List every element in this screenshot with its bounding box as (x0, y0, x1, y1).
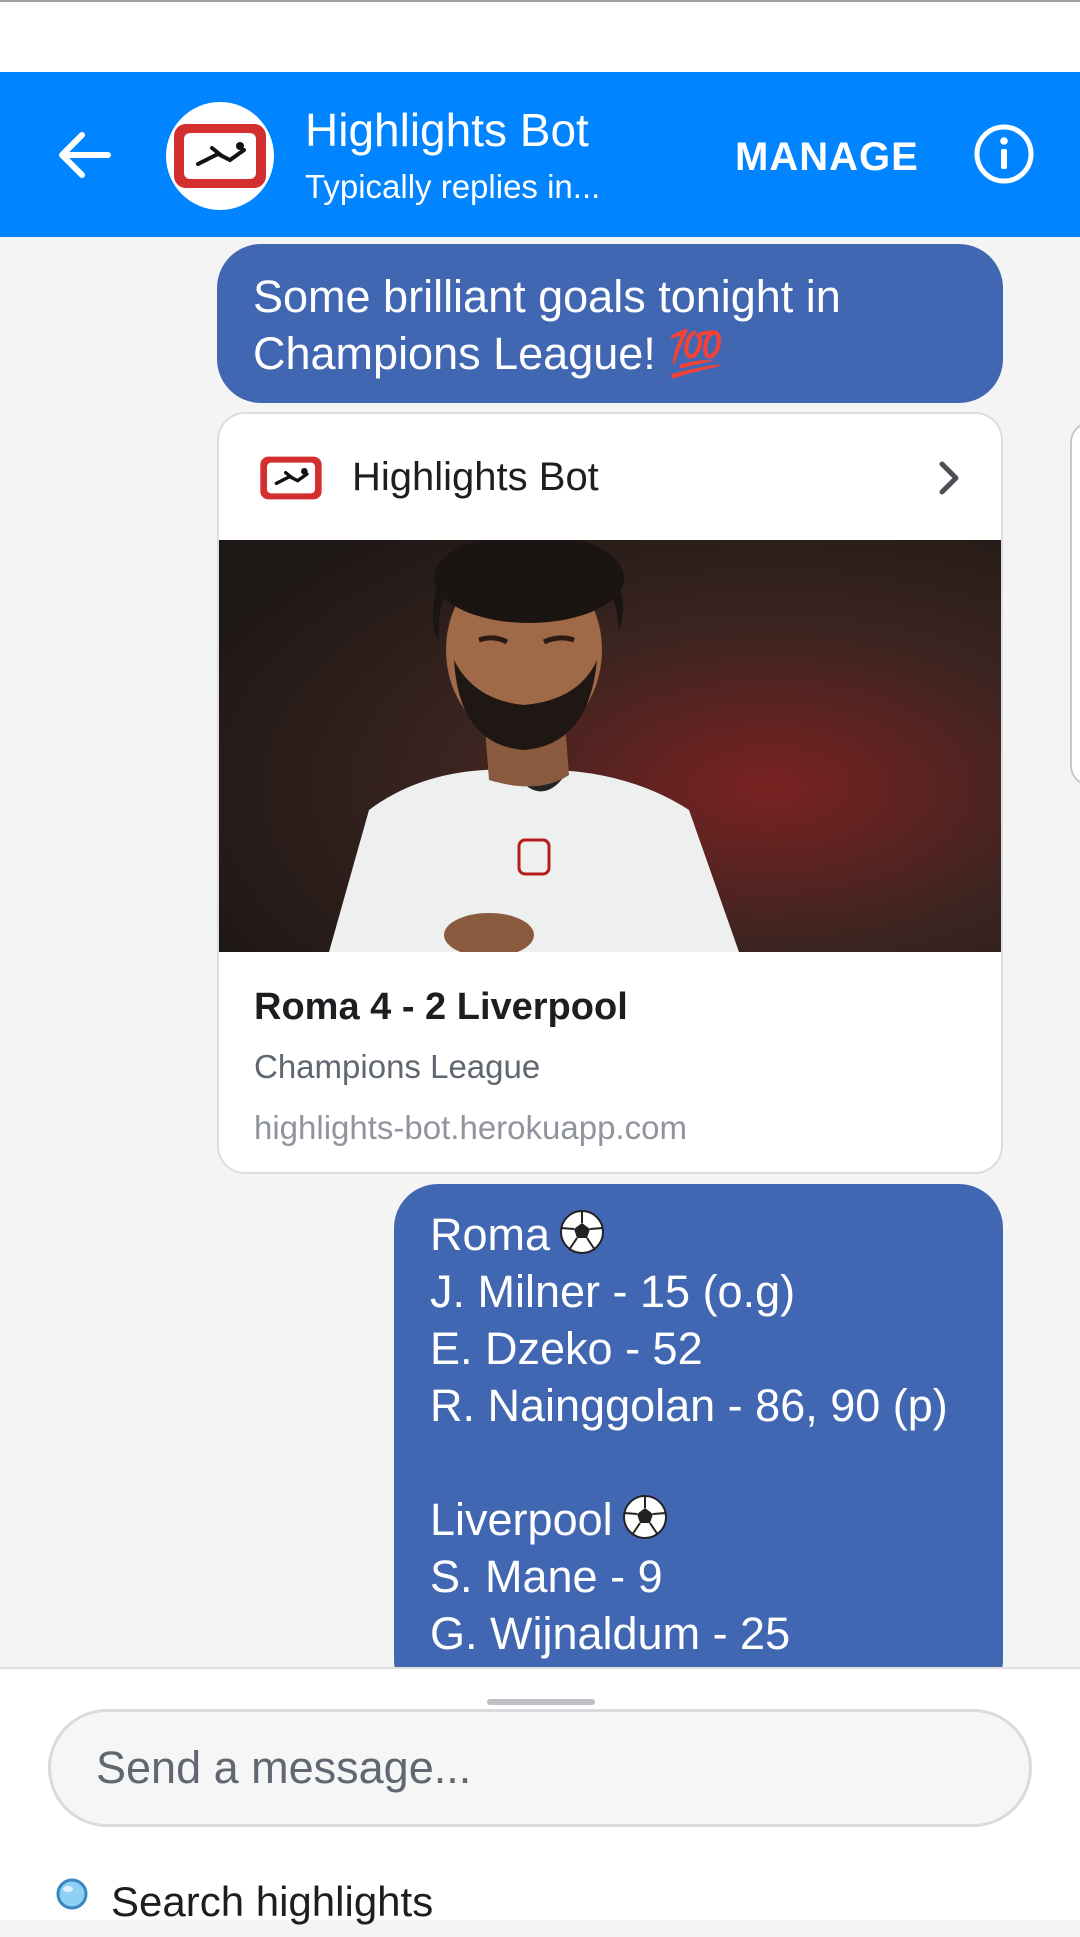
chat-subtitle: Typically replies in... (305, 168, 601, 205)
chevron-right-icon (939, 461, 959, 495)
info-icon (974, 124, 1034, 184)
hundred-points-emoji: 💯 (668, 328, 725, 379)
highlights-bot-logo-icon (174, 124, 266, 188)
soccer-ball-icon (560, 1210, 605, 1254)
magnifier-globe-icon (56, 1878, 88, 1910)
message-line-text: Liverpool (430, 1494, 613, 1545)
player-photo[interactable] (219, 540, 1001, 952)
composer: Search highlights (0, 1667, 1080, 1925)
message-line: G. Wijnaldum - 25 (430, 1608, 791, 1659)
chat-title: Highlights Bot (305, 104, 589, 156)
soccer-ball-icon (622, 1495, 667, 1539)
card-subtitle: Champions League (254, 1048, 541, 1085)
message-bubble[interactable]: Some brilliant goals tonight in Champion… (217, 244, 1003, 403)
card-header-title: Highlights Bot (352, 455, 599, 499)
status-bar (0, 0, 1080, 72)
back-button[interactable] (50, 120, 120, 190)
card-url: highlights-bot.herokuapp.com (254, 1109, 687, 1146)
drag-handle[interactable] (487, 1699, 595, 1705)
message-line: E. Dzeko - 52 (430, 1323, 703, 1374)
message-line: Roma (430, 1206, 967, 1263)
message-line: R. Nainggolan - 86, 90 (p) (430, 1380, 948, 1431)
message-bubble[interactable]: Roma J. Milner - 15 (o.g) E. Dzeko - 52 … (394, 1184, 1003, 1667)
info-button[interactable] (972, 122, 1036, 186)
card-header[interactable]: Highlights Bot (219, 414, 1001, 540)
message-line (430, 1434, 967, 1491)
message-line: J. Milner - 15 (o.g) (430, 1266, 796, 1317)
manage-button[interactable]: MANAGE (735, 132, 919, 182)
message-text: Some brilliant goals tonight in Champion… (253, 271, 841, 379)
adjacent-card-edge[interactable] (1070, 422, 1080, 786)
message-line: Liverpool (430, 1491, 967, 1548)
bot-avatar[interactable] (166, 102, 274, 210)
player-photo-illustration (219, 540, 1001, 952)
card-title: Roma 4 - 2 Liverpool (254, 986, 628, 1028)
highlights-bot-logo-icon (260, 456, 322, 500)
message-line: S. Mane - 9 (430, 1551, 663, 1602)
message-list[interactable]: Some brilliant goals tonight in Champion… (0, 237, 1080, 1667)
link-card[interactable]: Highlights Bot Roma 4 - 2 Liverpool Cham… (217, 412, 1003, 1174)
chat-header: Highlights Bot Typically replies in... M… (0, 72, 1080, 237)
arrow-left-icon (59, 132, 111, 178)
message-line-text: Roma (430, 1209, 551, 1260)
message-input[interactable] (48, 1709, 1032, 1827)
quick-reply-search-highlights[interactable]: Search highlights (55, 1877, 433, 1937)
